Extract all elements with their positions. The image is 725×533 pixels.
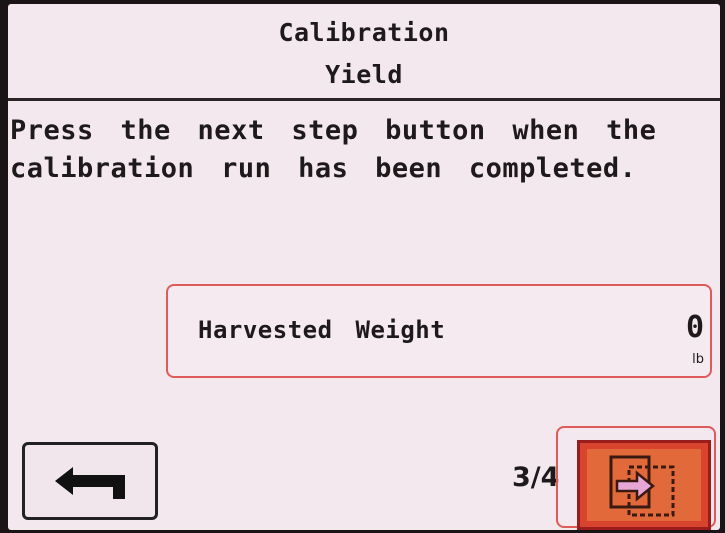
instruction-line-1: Press the next step button when the bbox=[10, 115, 657, 146]
next-step-button[interactable] bbox=[577, 440, 711, 530]
instruction-line-2: calibration run has been completed. bbox=[10, 153, 637, 184]
header: Calibration Yield bbox=[8, 4, 720, 101]
page-subtitle: Yield bbox=[325, 60, 403, 89]
harvested-weight-value: 0 bbox=[685, 310, 704, 345]
step-counter: 3/4 bbox=[512, 462, 560, 493]
next-step-icon bbox=[609, 455, 675, 517]
harvested-weight-label: Harvested Weight bbox=[198, 316, 446, 344]
next-step-button-face bbox=[587, 449, 701, 521]
harvested-weight-unit: lb bbox=[692, 352, 704, 367]
back-arrow-icon bbox=[55, 467, 125, 499]
instruction-text: Press the next step button when the cali… bbox=[10, 112, 700, 188]
page-title: Calibration bbox=[278, 18, 450, 47]
back-button[interactable] bbox=[22, 442, 158, 520]
display-screen: Calibration Yield Press the next step bu… bbox=[8, 4, 720, 530]
harvested-weight-field[interactable]: Harvested Weight 0 lb bbox=[166, 284, 712, 378]
